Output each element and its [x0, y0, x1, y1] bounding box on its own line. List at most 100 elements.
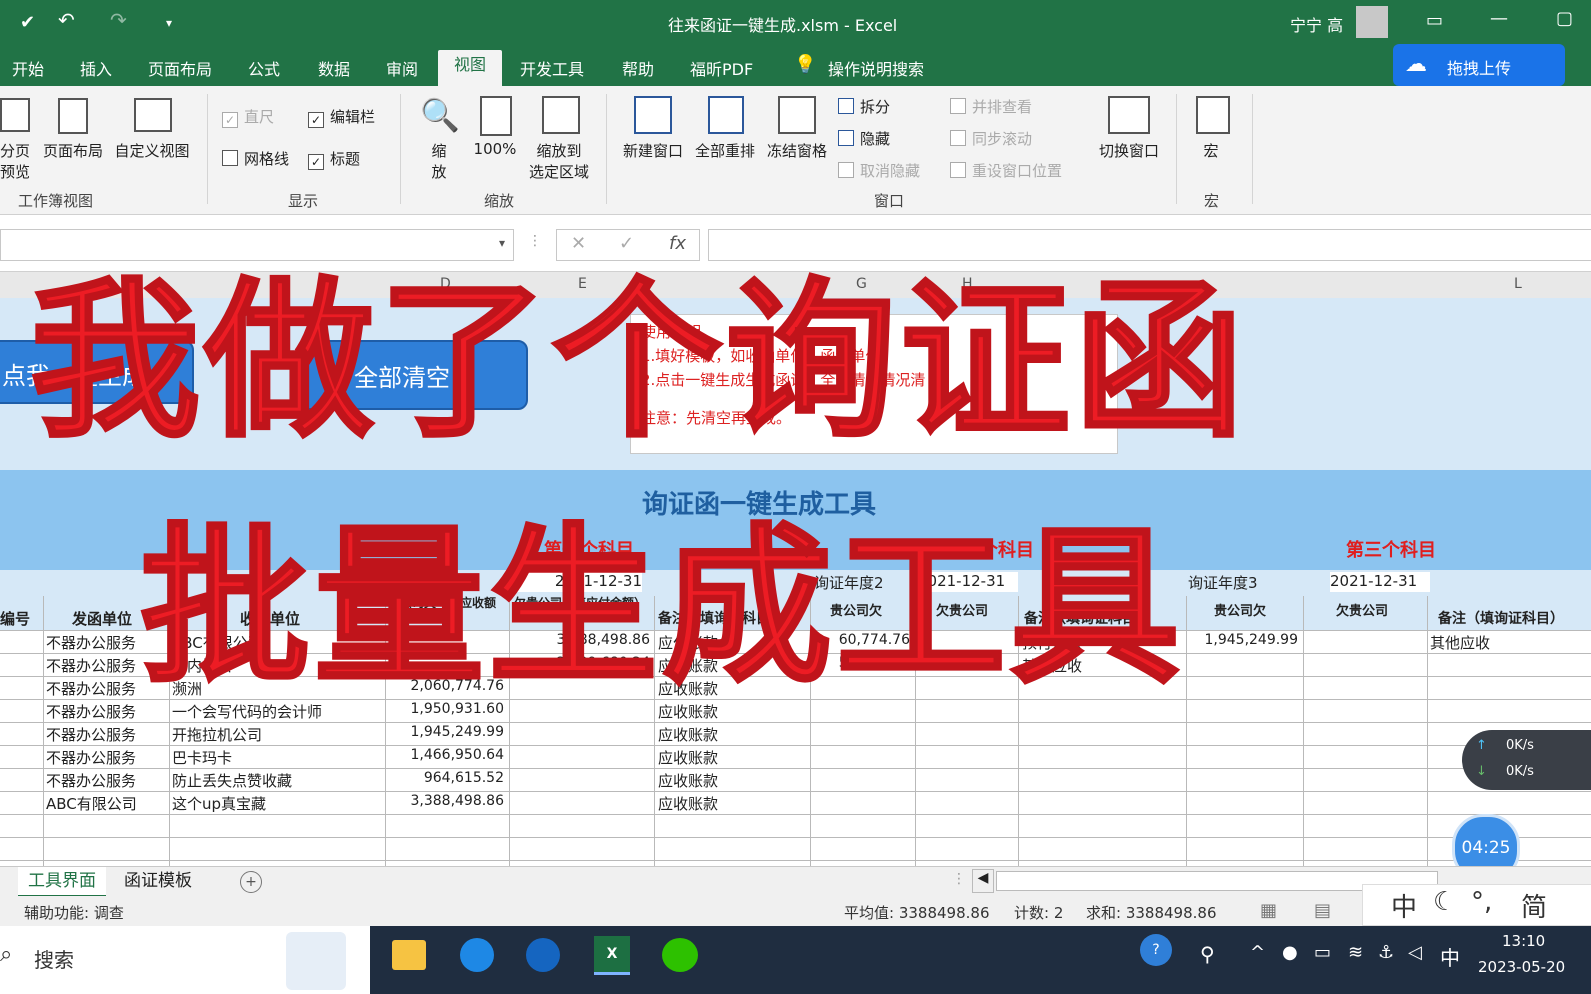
empty-row[interactable]	[0, 837, 1591, 861]
table-cell[interactable]: ABC有限公司	[46, 793, 137, 814]
custom-views-button[interactable]: 自定义视图	[110, 140, 194, 161]
browser-icon[interactable]	[460, 938, 494, 972]
synchronous-scrolling-button[interactable]: 同步滚动	[950, 128, 1032, 149]
ime-mode[interactable]: 中	[1391, 887, 1417, 924]
zoom-100-button[interactable]: 100%	[468, 140, 522, 158]
tab-foxit-pdf[interactable]: 福昕PDF	[690, 56, 753, 80]
table-cell[interactable]: 应收账款	[658, 747, 718, 768]
tray-wechat-icon[interactable]: ●	[1282, 942, 1298, 963]
table-cell[interactable]: 1,466,950.64	[388, 747, 504, 763]
people-icon[interactable]: ⚲	[1200, 942, 1215, 966]
help-icon[interactable]: ?	[1140, 934, 1172, 966]
table-cell[interactable]: 防止丢失点赞收藏	[172, 770, 292, 791]
table-cell[interactable]: 不器办公服务	[46, 678, 136, 699]
scroll-left-icon[interactable]: ◀	[972, 869, 994, 893]
name-box[interactable]: ▾	[0, 229, 514, 261]
tab-help[interactable]: 帮助	[622, 56, 654, 80]
chevron-up-icon[interactable]: ^	[1250, 942, 1265, 963]
tab-view[interactable]: 视图	[438, 50, 503, 86]
table-cell[interactable]: 应收账款	[658, 793, 718, 814]
table-cell[interactable]: 巴卡玛卡	[172, 747, 232, 768]
headings-checkbox[interactable]: ✓ 标题	[308, 148, 360, 170]
ruler-checkbox[interactable]: ✓ 直尺	[222, 106, 274, 128]
table-cell[interactable]: 1,945,249.99	[1190, 632, 1298, 648]
table-cell[interactable]: 应收账款	[658, 770, 718, 791]
unhide-button[interactable]: 取消隐藏	[838, 160, 920, 181]
punctuation-icon[interactable]: °,	[1471, 887, 1492, 917]
file-explorer-icon[interactable]	[392, 940, 426, 970]
table-cell[interactable]: 不器办公服务	[46, 724, 136, 745]
hide-button[interactable]: 隐藏	[838, 128, 890, 149]
table-cell[interactable]: 不器办公服务	[46, 701, 136, 722]
undo-icon[interactable]: ↶	[58, 8, 75, 32]
table-cell[interactable]: 1,945,249.99	[388, 724, 504, 740]
user-name[interactable]: 宁宁 高	[1290, 12, 1343, 36]
column-header-l[interactable]: L	[1514, 276, 1522, 292]
browser-2-icon[interactable]	[526, 938, 560, 972]
enter-icon[interactable]: ✓	[619, 233, 634, 254]
moon-icon[interactable]: ☾	[1433, 887, 1456, 917]
table-cell[interactable]: 这个up真宝藏	[172, 793, 266, 814]
zoom-button[interactable]: 缩 放	[424, 140, 454, 182]
usb-icon[interactable]: ⚓	[1378, 942, 1394, 963]
reset-window-position-button[interactable]: 重设窗口位置	[950, 160, 1062, 181]
page-layout-view-icon[interactable]: ▤	[1314, 900, 1331, 921]
accessibility-status[interactable]: 辅助功能: 调查	[24, 902, 124, 923]
tab-insert[interactable]: 插入	[80, 56, 112, 80]
freeze-panes-button[interactable]: 冻结窗格	[762, 140, 832, 161]
avatar[interactable]	[1356, 6, 1388, 38]
page-layout-view-button[interactable]: 页面布局	[38, 140, 108, 161]
tab-home[interactable]: 开始	[12, 56, 44, 80]
empty-row[interactable]	[0, 814, 1591, 838]
add-sheet-icon[interactable]: +	[240, 871, 262, 893]
taskbar-search[interactable]: ⌕ 搜索	[0, 926, 370, 994]
formula-input[interactable]	[708, 229, 1591, 261]
chevron-down-icon[interactable]: ▾	[499, 236, 505, 250]
table-cell[interactable]: 964,615.52	[388, 770, 504, 786]
volume-icon[interactable]: ◁	[1408, 942, 1422, 963]
save-icon[interactable]: ✔	[20, 12, 35, 33]
view-side-by-side-button[interactable]: 并排查看	[950, 96, 1032, 117]
table-cell[interactable]: 不器办公服务	[46, 770, 136, 791]
tab-page-layout[interactable]: 页面布局	[148, 56, 212, 80]
minimize-icon[interactable]: —	[1490, 8, 1508, 29]
zoom-to-selection-button[interactable]: 缩放到 选定区域	[524, 140, 594, 182]
tab-formulas[interactable]: 公式	[248, 56, 280, 80]
switch-windows-button[interactable]: 切换窗口	[1094, 140, 1164, 161]
ime-script[interactable]: 简	[1521, 887, 1547, 924]
page-break-preview-button[interactable]: 分页 预览	[0, 140, 30, 182]
sheet-tab-tool[interactable]: 工具界面	[18, 867, 106, 898]
year-3-input[interactable]: 2021-12-31	[1330, 572, 1430, 592]
clock-date[interactable]: 2023-05-20	[1478, 958, 1565, 976]
table-cell[interactable]: 应收账款	[658, 724, 718, 745]
excel-icon[interactable]: X	[594, 936, 630, 975]
net-speed-widget[interactable]: ↑ 0K/s ↓ 0K/s	[1462, 730, 1591, 790]
table-cell[interactable]: 其他应收	[1430, 632, 1490, 653]
battery-icon[interactable]: ▭	[1314, 942, 1331, 963]
insert-function-icon[interactable]: fx	[669, 233, 686, 254]
drag-upload-button[interactable]: ☁ 拖拽上传	[1393, 44, 1565, 86]
macros-button[interactable]: 宏	[1196, 140, 1226, 161]
tab-developer[interactable]: 开发工具	[520, 56, 584, 80]
arrange-all-button[interactable]: 全部重排	[690, 140, 760, 161]
normal-view-icon[interactable]: ▦	[1260, 900, 1277, 921]
table-cell[interactable]: 不器办公服务	[46, 632, 136, 653]
table-cell[interactable]: 不器办公服务	[46, 655, 136, 676]
table-cell[interactable]: 开拖拉机公司	[172, 724, 262, 745]
table-cell[interactable]: 3,388,498.86	[388, 793, 504, 809]
customize-icon[interactable]: ▾	[166, 16, 172, 30]
gridlines-checkbox[interactable]: 网格线	[222, 148, 289, 169]
table-cell[interactable]: 不器办公服务	[46, 747, 136, 768]
new-window-button[interactable]: 新建窗口	[618, 140, 688, 161]
wechat-icon[interactable]	[662, 938, 698, 972]
cancel-icon[interactable]: ✕	[571, 233, 586, 254]
ime-toolbar[interactable]: 中 ☾ °, 简	[1362, 884, 1591, 926]
split-button[interactable]: 拆分	[838, 96, 890, 117]
ribbon-display-icon[interactable]: ▭	[1426, 10, 1443, 31]
tell-me-search[interactable]: 操作说明搜索	[828, 56, 924, 80]
restore-icon[interactable]: ▢	[1556, 8, 1573, 29]
sheet-tab-template[interactable]: 函证模板	[124, 867, 192, 895]
tab-data[interactable]: 数据	[318, 56, 350, 80]
clock-time[interactable]: 13:10	[1502, 932, 1545, 950]
tab-review[interactable]: 审阅	[386, 56, 418, 80]
